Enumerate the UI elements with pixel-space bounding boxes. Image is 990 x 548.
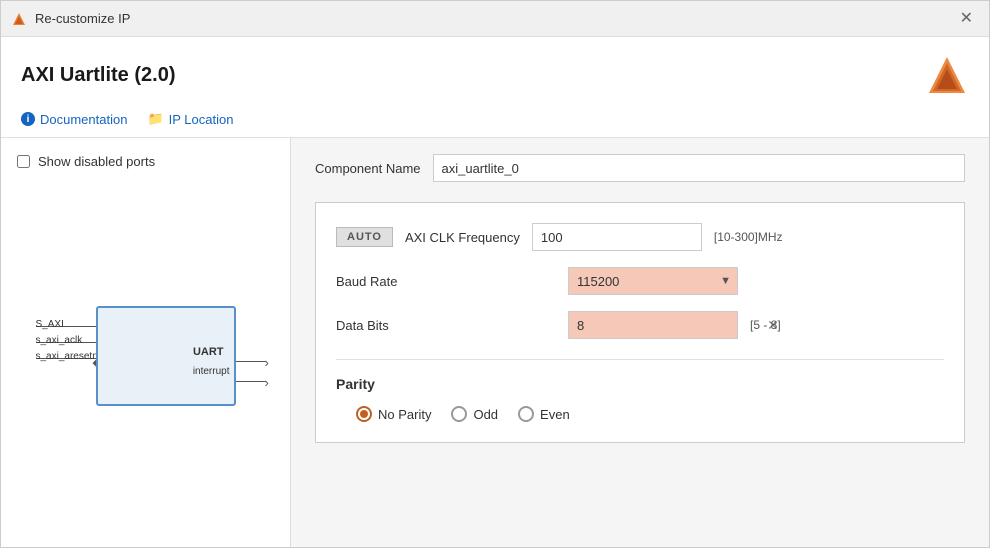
main-window: Re-customize IP ✕ AXI Uartlite (2.0) i D… xyxy=(0,0,990,548)
uart-label: UART xyxy=(193,346,224,358)
interrupt-label: interrupt xyxy=(193,366,230,377)
auto-badge: AUTO xyxy=(336,227,393,247)
component-name-row: Component Name xyxy=(315,154,965,182)
parity-odd-option[interactable]: Odd xyxy=(451,406,498,422)
ip-location-label: IP Location xyxy=(169,112,234,127)
vivado-title-icon xyxy=(11,11,27,27)
baud-rate-row: Baud Rate 115200 300 1200 2400 4800 9600… xyxy=(336,267,944,295)
baud-rate-select[interactable]: 115200 300 1200 2400 4800 9600 19200 384… xyxy=(569,274,714,289)
data-bits-label: Data Bits xyxy=(336,318,556,333)
folder-icon: 📁 xyxy=(147,111,163,127)
s-axi-label: S_AXI xyxy=(36,319,64,330)
info-icon: i xyxy=(21,112,35,126)
s-axi-aresetn-label: s_axi_aresetn xyxy=(36,351,98,362)
parity-even-radio[interactable] xyxy=(518,406,534,422)
documentation-link[interactable]: i Documentation xyxy=(21,112,127,127)
show-disabled-ports-row: Show disabled ports xyxy=(17,154,274,169)
parity-no-parity-radio[interactable] xyxy=(356,406,372,422)
nav-links: i Documentation 📁 IP Location xyxy=(21,111,969,127)
block-diagram: + + ◆ S_AXI s_axi_aclk s_axi_aresetn UAR… xyxy=(36,306,256,406)
interrupt-arrow: › xyxy=(265,375,269,390)
documentation-label: Documentation xyxy=(40,112,127,127)
left-panel: Show disabled ports + + ◆ S_AXI s_axi_ac… xyxy=(1,138,291,547)
close-button[interactable]: ✕ xyxy=(954,9,979,29)
app-title-text: AXI Uartlite (2.0) xyxy=(21,64,175,87)
s-axi-aclk-label: s_axi_aclk xyxy=(36,335,83,346)
parity-options: No Parity Odd Even xyxy=(336,406,944,422)
component-name-input[interactable] xyxy=(433,154,966,182)
content-area: Show disabled ports + + ◆ S_AXI s_axi_ac… xyxy=(1,138,989,547)
ip-location-link[interactable]: 📁 IP Location xyxy=(147,111,233,127)
window-title: Re-customize IP xyxy=(35,11,130,26)
data-bits-input-wrapper: ✕ xyxy=(568,311,738,339)
parity-no-parity-option[interactable]: No Parity xyxy=(356,406,431,422)
vivado-logo xyxy=(925,53,969,97)
title-bar-left: Re-customize IP xyxy=(11,11,130,27)
main-block: UART interrupt xyxy=(96,306,236,406)
parity-odd-radio[interactable] xyxy=(451,406,467,422)
title-bar: Re-customize IP ✕ xyxy=(1,1,989,37)
settings-panel: AUTO AXI CLK Frequency [10-300]MHz Baud … xyxy=(315,202,965,443)
parity-section: Parity No Parity Odd xyxy=(336,359,944,422)
right-panel: Component Name AUTO AXI CLK Frequency [1… xyxy=(291,138,989,547)
parity-no-parity-radio-inner xyxy=(360,410,368,418)
app-title-row: AXI Uartlite (2.0) xyxy=(21,53,969,97)
component-name-label: Component Name xyxy=(315,161,421,176)
parity-even-option[interactable]: Even xyxy=(518,406,570,422)
parity-even-label: Even xyxy=(540,407,570,422)
show-disabled-ports-checkbox[interactable] xyxy=(17,155,30,168)
right-arrow: › xyxy=(265,355,269,370)
baud-rate-label: Baud Rate xyxy=(336,274,556,289)
component-diagram: + + ◆ S_AXI s_axi_aclk s_axi_aresetn UAR… xyxy=(17,181,274,531)
show-disabled-ports-label: Show disabled ports xyxy=(38,154,155,169)
baud-rate-select-wrapper: 115200 300 1200 2400 4800 9600 19200 384… xyxy=(568,267,738,295)
data-bits-row: Data Bits ✕ [5 - 8] xyxy=(336,311,944,339)
clk-range: [10-300]MHz xyxy=(714,230,783,244)
data-bits-input[interactable] xyxy=(569,318,761,333)
data-bits-range: [5 - 8] xyxy=(750,318,781,332)
parity-odd-label: Odd xyxy=(473,407,498,422)
wire-uart xyxy=(236,361,266,362)
clk-label: AXI CLK Frequency xyxy=(405,230,520,245)
header-section: AXI Uartlite (2.0) i Documentation 📁 IP … xyxy=(1,37,989,138)
clk-frequency-row: AUTO AXI CLK Frequency [10-300]MHz xyxy=(336,223,944,251)
clk-frequency-input[interactable] xyxy=(532,223,702,251)
wire-interrupt xyxy=(236,381,266,382)
parity-title: Parity xyxy=(336,376,944,392)
parity-no-parity-label: No Parity xyxy=(378,407,431,422)
baud-dropdown-arrow: ▼ xyxy=(714,275,737,287)
